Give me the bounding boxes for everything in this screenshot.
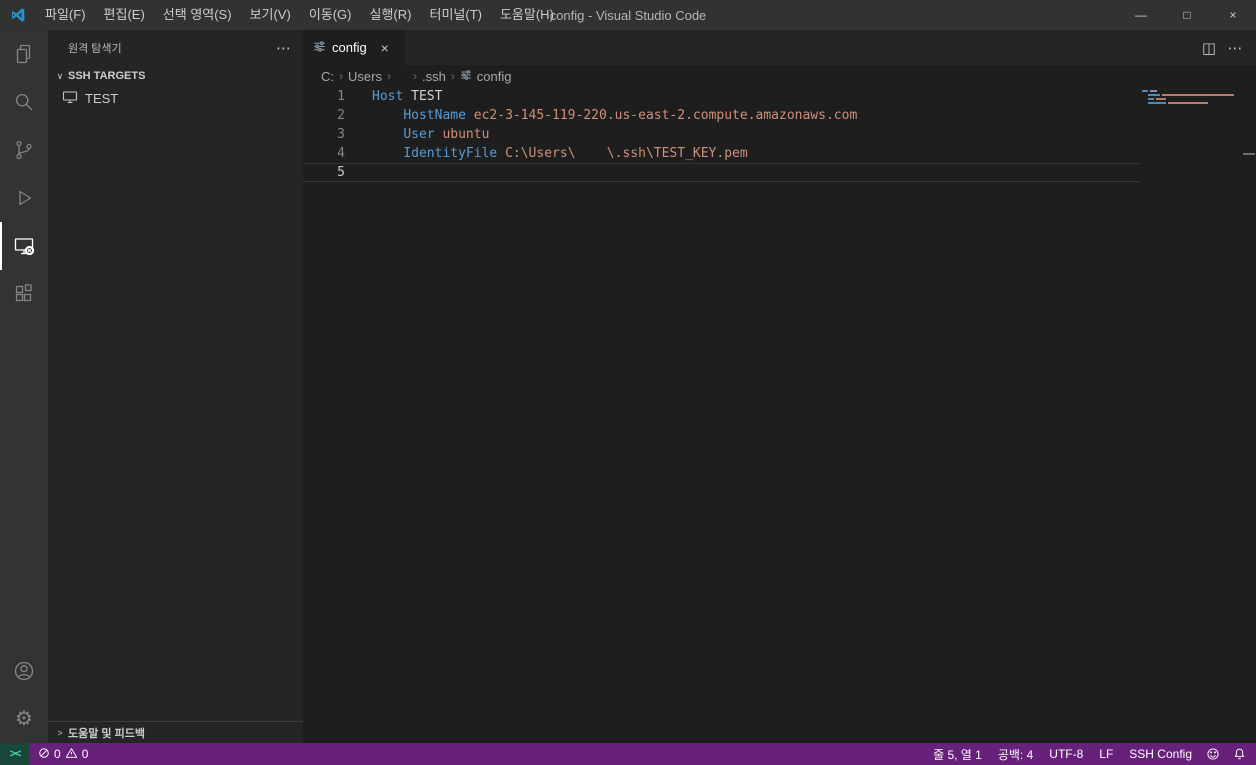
warnings-icon xyxy=(65,747,78,762)
section-help-feedback[interactable]: > 도움말 및 피드백 xyxy=(48,721,303,743)
chevron-down-icon: ∨ xyxy=(56,70,64,81)
status-cursor-position[interactable]: 줄 5, 열 1 xyxy=(925,743,990,765)
code-line-1[interactable]: 1 Host TEST xyxy=(303,87,1140,106)
remote-explorer-icon[interactable] xyxy=(0,222,48,270)
problems-status[interactable]: 0 0 xyxy=(30,747,96,762)
notifications-bell-icon[interactable] xyxy=(1226,743,1252,765)
explorer-icon[interactable] xyxy=(0,30,48,78)
minimap-line-1 xyxy=(1142,90,1242,92)
footer-label: 도움말 및 피드백 xyxy=(68,727,145,740)
status-right: 줄 5, 열 1 공백: 4 UTF-8 LF SSH Config xyxy=(925,743,1256,765)
sidebar-remote-explorer: 원격 탐색기 ⋯ ∨ SSH TARGETS TEST > 도움말 및 피드백 xyxy=(48,30,303,743)
title-bar: 파일(F) 편집(E) 선택 영역(S) 보기(V) 이동(G) 실행(R) 터미널(T) 도… xyxy=(0,0,1256,30)
line-number: 4 xyxy=(337,146,345,161)
line-number: 5 xyxy=(337,165,345,180)
code-text: Host TEST xyxy=(372,89,443,104)
code-text: HostName ec2-3-145-119-220.us-east-2.com… xyxy=(403,108,858,123)
sidebar-title: 원격 탐색기 xyxy=(68,42,122,55)
accounts-icon[interactable] xyxy=(0,647,48,695)
extensions-icon[interactable] xyxy=(0,270,48,318)
menu-item-4[interactable]: 이동(G) xyxy=(300,0,361,30)
breadcrumb-C[interactable]: C: xyxy=(319,69,336,84)
status-bar: >< 0 0 줄 5, 열 1 공백: 4 UTF-8 LF SSH Config xyxy=(0,743,1256,765)
source-control-icon[interactable] xyxy=(0,126,48,174)
errors-count: 0 xyxy=(54,747,61,761)
search-icon[interactable] xyxy=(0,78,48,126)
maximize-button[interactable]: □ xyxy=(1164,0,1210,30)
code-line-5[interactable]: 5 xyxy=(303,163,1140,182)
line-number: 2 xyxy=(337,108,345,123)
code-text: IdentityFile C:\Users\ \.ssh\TEST_KEY.pe… xyxy=(403,146,748,161)
menu-item-1[interactable]: 편집(E) xyxy=(95,0,154,30)
config-file-icon xyxy=(313,40,326,56)
breadcrumb-separator-icon: › xyxy=(339,69,343,83)
chevron-right-icon: > xyxy=(57,727,63,738)
tree-item-label: TEST xyxy=(85,90,119,106)
vscode-window: 파일(F) 편집(E) 선택 영역(S) 보기(V) 이동(G) 실행(R) 터미널(T) 도… xyxy=(0,0,1256,765)
tab-config[interactable]: config × xyxy=(303,30,405,65)
more-actions-icon[interactable]: ⋯ xyxy=(276,39,291,57)
ssh-targets-items: TEST xyxy=(48,87,303,109)
activity-bar: ⚙ xyxy=(0,30,48,743)
section-ssh-targets[interactable]: ∨ SSH TARGETS xyxy=(48,65,303,87)
status-encoding[interactable]: UTF-8 xyxy=(1041,743,1091,765)
tab-label: config xyxy=(332,40,367,55)
code-text: User ubuntu xyxy=(403,127,490,142)
vscode-logo-icon xyxy=(0,0,36,30)
editor-area: config × ◫ ⋯ C: › Users › › .ssh › config 1 Host… xyxy=(303,30,1256,743)
breadcrumb-separator-icon: › xyxy=(386,69,391,83)
close-tab-icon[interactable]: × xyxy=(375,38,395,58)
line-number: 1 xyxy=(337,89,345,104)
overview-cursor-mark xyxy=(1243,153,1255,155)
code-line-3[interactable]: 3 User ubuntu xyxy=(303,125,1140,144)
breadcrumb-separator-icon: › xyxy=(412,69,417,83)
menu-item-5[interactable]: 실행(R) xyxy=(361,0,421,30)
status-language-mode[interactable]: SSH Config xyxy=(1121,743,1200,765)
status-right-items: 줄 5, 열 1 공백: 4 UTF-8 LF SSH Config xyxy=(925,743,1200,765)
vm-icon xyxy=(62,89,78,108)
minimap[interactable] xyxy=(1142,90,1242,106)
line-number: 3 xyxy=(337,127,345,142)
code-line-2[interactable]: 2 HostName ec2-3-145-119-220.us-east-2.c… xyxy=(303,106,1140,125)
menu-item-7[interactable]: 도움말(H) xyxy=(491,0,563,30)
code-editor[interactable]: 1 Host TEST 2 HostName ec2-3-145-119-220.u… xyxy=(303,87,1256,743)
section-label: SSH TARGETS xyxy=(68,70,146,82)
tree-item-test[interactable]: TEST xyxy=(48,87,303,109)
run-and-debug-icon[interactable] xyxy=(0,174,48,222)
status-indentation[interactable]: 공백: 4 xyxy=(990,743,1041,765)
menu-item-6[interactable]: 터미널(T) xyxy=(420,0,490,30)
breadcrumb-config[interactable]: config xyxy=(458,69,514,84)
minimap-line-2 xyxy=(1142,94,1242,96)
split-editor-icon[interactable]: ◫ xyxy=(1196,35,1222,61)
breadcrumb-separator-icon: › xyxy=(450,69,455,83)
errors-icon xyxy=(38,747,50,762)
activity-bar-spacer xyxy=(0,318,48,647)
editor-more-actions-icon[interactable]: ⋯ xyxy=(1222,35,1248,61)
menu-item-3[interactable]: 보기(V) xyxy=(241,0,300,30)
menu-item-2[interactable]: 선택 영역(S) xyxy=(154,0,241,30)
breadcrumbs: C: › Users › › .ssh › config xyxy=(303,65,1256,87)
minimize-button[interactable]: — xyxy=(1118,0,1164,30)
minimap-line-3 xyxy=(1142,98,1242,100)
breadcrumb-Users[interactable]: Users xyxy=(346,69,384,84)
window-controls: — □ × xyxy=(1118,0,1256,30)
config-file-icon xyxy=(460,69,472,84)
editor-actions: ◫ ⋯ xyxy=(1196,30,1256,65)
sidebar-header: 원격 탐색기 ⋯ xyxy=(48,30,303,65)
code-line-4[interactable]: 4 IdentityFile C:\Users\ \.ssh\TEST_KEY.… xyxy=(303,144,1140,163)
minimap-line-4 xyxy=(1142,102,1242,104)
tab-bar: config × ◫ ⋯ xyxy=(303,30,1256,65)
warnings-count: 0 xyxy=(81,747,89,761)
menu-item-0[interactable]: 파일(F) xyxy=(36,0,95,30)
feedback-icon[interactable] xyxy=(1200,743,1226,765)
remote-indicator[interactable]: >< xyxy=(0,743,30,765)
overview-ruler[interactable] xyxy=(1242,87,1256,743)
breadcrumb-label: config xyxy=(476,68,512,84)
breadcrumb-ssh[interactable]: .ssh xyxy=(420,69,448,84)
code-lines: 1 Host TEST 2 HostName ec2-3-145-119-220.u… xyxy=(303,87,1140,182)
menu-bar: 파일(F) 편집(E) 선택 영역(S) 보기(V) 이동(G) 실행(R) 터미널(T) 도… xyxy=(36,0,563,30)
close-button[interactable]: × xyxy=(1210,0,1256,30)
settings-gear-icon[interactable]: ⚙ xyxy=(0,695,48,743)
status-eol[interactable]: LF xyxy=(1091,743,1121,765)
